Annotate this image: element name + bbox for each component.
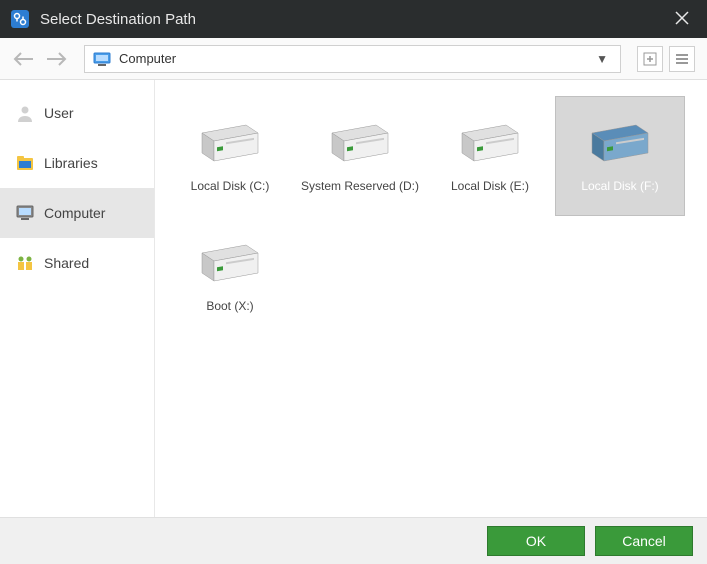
disk-item[interactable]: Local Disk (F:) — [555, 96, 685, 216]
disk-label: Boot (X:) — [206, 299, 253, 313]
cancel-button[interactable]: Cancel — [595, 526, 693, 556]
nav-buttons — [637, 46, 695, 72]
sidebar-item-user[interactable]: User — [0, 88, 154, 138]
libraries-icon — [16, 154, 34, 172]
shared-icon — [16, 254, 34, 272]
back-button[interactable] — [12, 47, 36, 71]
path-dropdown[interactable]: ▼ — [592, 52, 612, 66]
view-mode-button[interactable] — [669, 46, 695, 72]
disk-item[interactable]: System Reserved (D:) — [295, 96, 425, 216]
sidebar-item-label: Computer — [44, 205, 105, 221]
app-icon — [10, 9, 30, 29]
disk-label: Local Disk (C:) — [191, 179, 270, 193]
footer: OK Cancel — [0, 518, 707, 564]
disk-item[interactable]: Local Disk (E:) — [425, 96, 555, 216]
user-icon — [16, 104, 34, 122]
sidebar-item-shared[interactable]: Shared — [0, 238, 154, 288]
titlebar: Select Destination Path — [0, 0, 707, 38]
disk-item[interactable]: Local Disk (C:) — [165, 96, 295, 216]
sidebar: User Libraries Computer Shared — [0, 80, 155, 517]
ok-button[interactable]: OK — [487, 526, 585, 556]
disk-label: Local Disk (E:) — [451, 179, 529, 193]
disk-item[interactable]: Boot (X:) — [165, 216, 295, 336]
sidebar-item-libraries[interactable]: Libraries — [0, 138, 154, 188]
disk-label: Local Disk (F:) — [581, 179, 658, 193]
window-title: Select Destination Path — [40, 11, 667, 28]
new-folder-button[interactable] — [637, 46, 663, 72]
computer-icon — [16, 204, 34, 222]
disk-grid: Local Disk (C:) System Reserved (D:) Loc… — [155, 80, 707, 517]
disk-icon — [196, 239, 264, 289]
close-button[interactable] — [667, 5, 697, 34]
disk-icon — [196, 119, 264, 169]
disk-label: System Reserved (D:) — [301, 179, 419, 193]
disk-icon — [326, 119, 394, 169]
sidebar-item-computer[interactable]: Computer — [0, 188, 154, 238]
sidebar-item-label: Shared — [44, 255, 89, 271]
sidebar-item-label: Libraries — [44, 155, 98, 171]
disk-icon — [586, 119, 654, 169]
disk-icon — [456, 119, 524, 169]
forward-button[interactable] — [44, 47, 68, 71]
content: User Libraries Computer Shared — [0, 80, 707, 518]
path-text: Computer — [119, 51, 592, 66]
sidebar-item-label: User — [44, 105, 74, 121]
nav-arrows — [12, 47, 68, 71]
computer-icon — [93, 52, 111, 66]
navbar: Computer ▼ — [0, 38, 707, 80]
path-bar[interactable]: Computer ▼ — [84, 45, 621, 73]
